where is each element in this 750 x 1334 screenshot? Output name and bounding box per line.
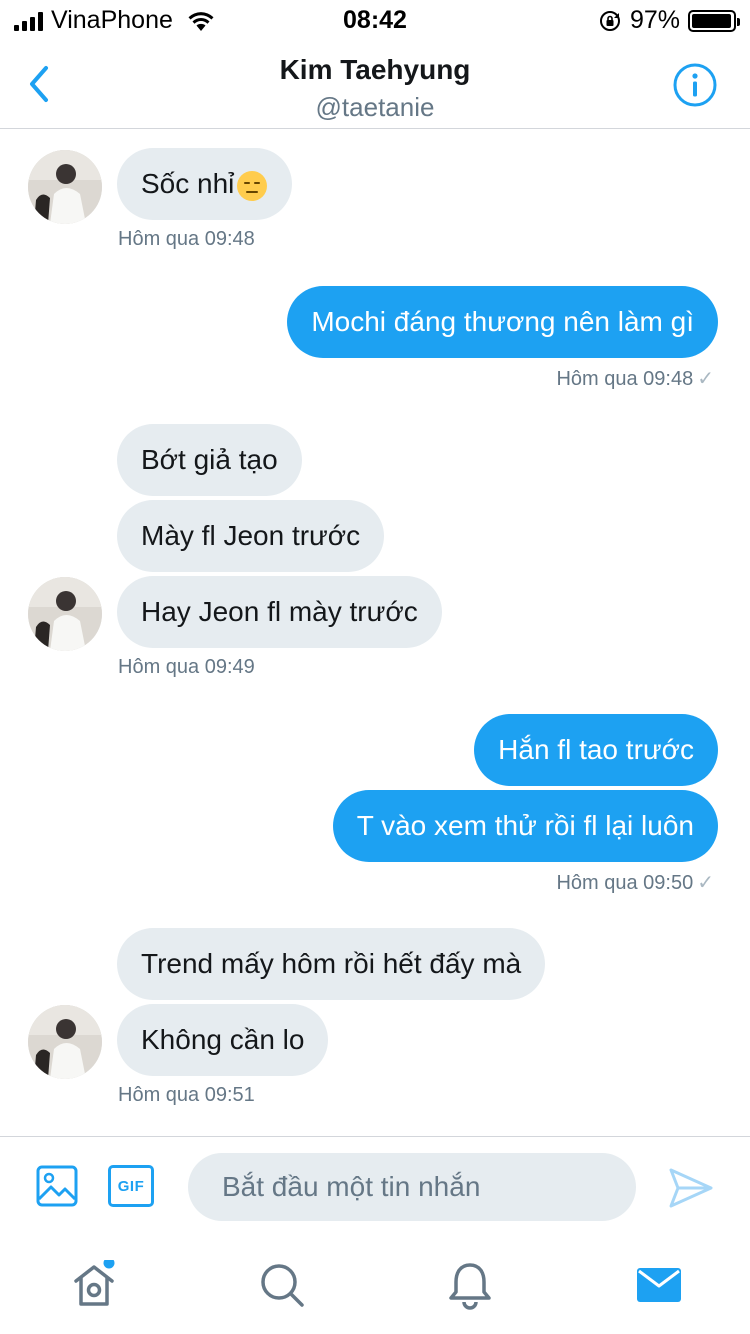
message-bubble-incoming[interactable]: Hay Jeon fl mày trước: [117, 576, 442, 648]
message-bubble-incoming[interactable]: Bớt giả tạo: [117, 424, 302, 496]
tab-bar: [0, 1236, 750, 1334]
message-text: T vào xem thử rồi fl lại luôn: [356, 810, 694, 841]
status-bar: VinaPhone 08:42 97%: [0, 0, 750, 40]
avatar-photo: [28, 150, 102, 224]
messages-icon[interactable]: [634, 1260, 684, 1310]
search-icon[interactable]: [257, 1260, 307, 1310]
battery-fill: [692, 13, 731, 28]
notification-dot: [103, 1260, 115, 1269]
conversation-header: Kim Taehyung @taetanie: [0, 40, 750, 129]
status-right: 97%: [598, 6, 740, 35]
message-text: Mochi đáng thương nên làm gì: [311, 306, 694, 337]
timestamp-text: Hôm qua 09:50: [556, 872, 694, 894]
timestamp-text: Hôm qua 09:48: [556, 368, 694, 390]
message-bubble-incoming[interactable]: Sốc nhỉ: [117, 148, 293, 220]
message-timestamp: Hôm qua 09:51: [118, 1084, 255, 1106]
sent-check-icon: ✓: [697, 368, 714, 390]
message-text: Không cần lo: [141, 1024, 305, 1055]
message-text: Trend mấy hôm rồi hết đấy mà: [141, 948, 522, 979]
message-text: Bớt giả tạo: [141, 444, 278, 475]
sent-check-icon: ✓: [697, 872, 714, 894]
battery-icon: [688, 9, 740, 32]
message-timestamp: Hôm qua 09:48 ✓: [556, 366, 714, 391]
rotation-lock-icon: [599, 10, 620, 31]
message-text: Mày fl Jeon trước: [141, 520, 361, 551]
gif-icon[interactable]: GIF: [108, 1165, 154, 1207]
message-bubble-incoming[interactable]: Mày fl Jeon trước: [117, 500, 385, 572]
message-bubble-incoming[interactable]: Không cần lo: [117, 1004, 329, 1076]
contact-name[interactable]: Kim Taehyung: [0, 54, 750, 86]
message-text: Sốc nhỉ: [141, 168, 235, 199]
home-icon[interactable]: [69, 1260, 119, 1310]
expressionless-face-icon: [237, 170, 268, 201]
message-timestamp: Hôm qua 09:48: [118, 228, 255, 250]
send-icon[interactable]: [668, 1167, 714, 1209]
message-text: Hắn fl tao trước: [498, 734, 694, 765]
message-bubble-outgoing[interactable]: Mochi đáng thương nên làm gì: [287, 286, 718, 358]
message-bubble-outgoing[interactable]: Hắn fl tao trước: [474, 714, 718, 786]
message-input[interactable]: [188, 1153, 636, 1221]
avatar-photo: [28, 1005, 102, 1079]
message-text: Hay Jeon fl mày trước: [141, 596, 418, 627]
message-timestamp: Hôm qua 09:49: [118, 656, 255, 678]
avatar-photo: [28, 577, 102, 651]
avatar[interactable]: [28, 150, 102, 224]
photo-icon[interactable]: [36, 1165, 78, 1207]
avatar[interactable]: [28, 577, 102, 651]
message-composer: GIF: [0, 1136, 750, 1236]
gif-label: GIF: [117, 1177, 145, 1195]
info-icon[interactable]: [672, 62, 718, 108]
battery-percentage: 97%: [629, 6, 680, 34]
message-bubble-incoming[interactable]: Trend mấy hôm rồi hết đấy mà: [117, 928, 546, 1000]
avatar[interactable]: [28, 1005, 102, 1079]
message-thread: Sốc nhỉ Hôm qua 09:48 Mochi đáng thương …: [0, 130, 750, 1136]
message-timestamp: Hôm qua 09:50 ✓: [556, 870, 714, 895]
contact-handle[interactable]: @taetanie: [0, 92, 750, 123]
message-bubble-outgoing[interactable]: T vào xem thử rồi fl lại luôn: [332, 790, 718, 862]
notifications-icon[interactable]: [445, 1260, 495, 1310]
